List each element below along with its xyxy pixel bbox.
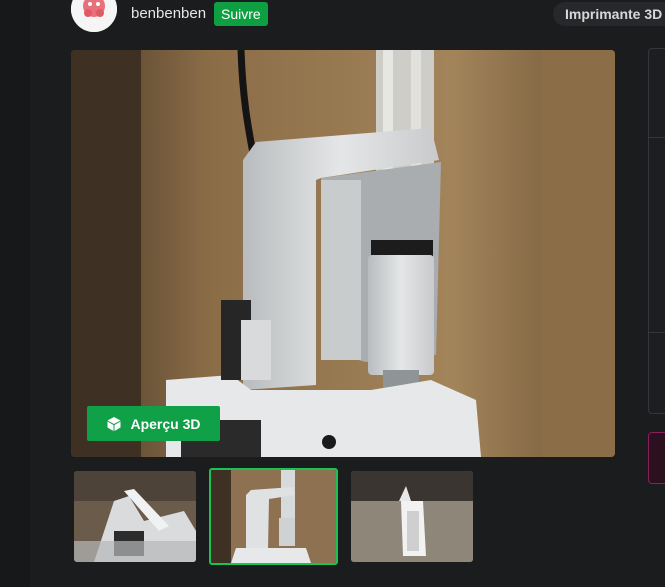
thumbnail-3[interactable] — [351, 471, 473, 562]
cube-icon — [107, 416, 121, 431]
thumbnail-2[interactable] — [209, 468, 338, 565]
panel-divider — [649, 332, 665, 333]
follow-button[interactable]: Suivre — [214, 2, 268, 26]
preview-3d-label: Aperçu 3D — [130, 415, 201, 432]
avatar-image — [71, 0, 117, 32]
preview-3d-button[interactable]: Aperçu 3D — [87, 406, 220, 441]
thumbnail-2-image — [211, 470, 336, 563]
panel-divider — [649, 137, 665, 138]
author-username[interactable]: benbenben — [131, 5, 206, 22]
thumbnail-3-image — [351, 471, 473, 562]
thumbnail-1-image — [74, 471, 196, 562]
right-info-panel — [648, 48, 665, 414]
category-tag[interactable]: Imprimante 3D — [553, 2, 665, 26]
printer-photo — [71, 50, 615, 457]
main-photo[interactable] — [71, 50, 615, 457]
avatar[interactable] — [71, 0, 117, 32]
left-sidebar — [0, 0, 30, 587]
thumbnail-1[interactable] — [74, 471, 196, 562]
right-action-button[interactable] — [648, 432, 665, 484]
